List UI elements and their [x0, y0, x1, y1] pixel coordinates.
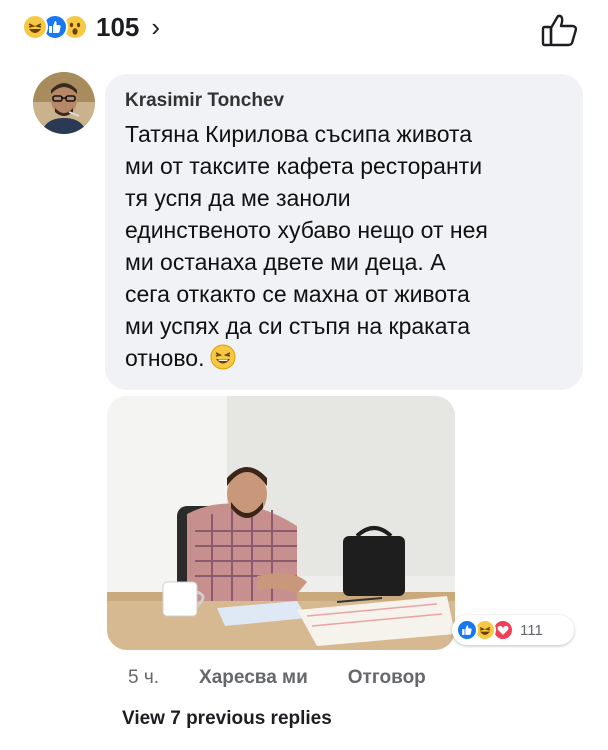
- comment-author[interactable]: Krasimir Tonchev: [125, 90, 563, 112]
- comment-text-body: Татяна Кирилова съсипа живота ми от такс…: [125, 121, 488, 371]
- like-comment-button[interactable]: Харесва ми: [199, 667, 308, 689]
- comment-actions: 5 ч. Харесва ми Отговор: [128, 667, 466, 689]
- reaction-count: 105: [96, 11, 140, 42]
- avatar[interactable]: [33, 72, 95, 134]
- view-previous-replies-link[interactable]: View 7 previous replies: [122, 708, 332, 730]
- photo-reactions-pill[interactable]: 111: [452, 615, 574, 645]
- reply-button[interactable]: Отговор: [348, 667, 426, 689]
- haha-reaction-icon: [22, 14, 48, 40]
- photo-reaction-count: 111: [520, 621, 543, 639]
- reactions-summary[interactable]: 105 ›: [22, 12, 160, 42]
- like-button[interactable]: [540, 12, 580, 48]
- like-reaction-icon: [456, 619, 478, 641]
- comment-bubble: Krasimir Tonchev Татяна Кирилова съсипа …: [105, 74, 583, 390]
- comment-photo[interactable]: [107, 396, 455, 650]
- chevron-right-icon: ›: [151, 11, 161, 42]
- thumbs-up-outline-icon: [541, 14, 578, 47]
- comment-text: Татяна Кирилова съсипа живота ми от такс…: [125, 118, 563, 374]
- comment-timestamp[interactable]: 5 ч.: [128, 667, 159, 689]
- grinning-squint-emoji-icon: [210, 344, 236, 370]
- reactions-summary-bar: 105 ›: [0, 0, 608, 62]
